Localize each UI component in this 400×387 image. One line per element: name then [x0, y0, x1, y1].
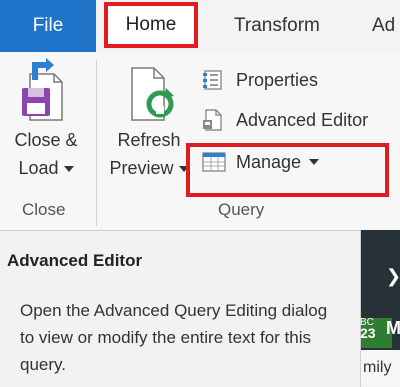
- refresh-label-1: Refresh: [117, 130, 181, 150]
- close-load-label-1: Close &: [14, 130, 78, 150]
- tab-add-column[interactable]: Ad: [372, 0, 400, 52]
- properties-label: Properties: [236, 69, 319, 90]
- group-label-close: Close: [22, 200, 66, 219]
- advanced-editor-highlight: [186, 143, 389, 197]
- close-load-label-2-wrap: Load: [6, 154, 86, 182]
- column-header-text: M: [386, 318, 400, 338]
- ribbon-home: Close & Load Close Refresh Preview Prope…: [0, 52, 400, 230]
- tooltip-advanced-editor: Advanced Editor Open the Advanced Query …: [0, 230, 361, 387]
- table-cell: mily: [360, 350, 400, 386]
- tab-home[interactable]: Home: [104, 2, 198, 48]
- advanced-editor-label: Advanced Editor: [236, 109, 369, 130]
- tooltip-title: Advanced Editor: [7, 251, 143, 270]
- tab-file[interactable]: File: [0, 0, 96, 52]
- close-load-label-2: Load: [18, 158, 59, 178]
- refresh-label-2-wrap: Preview: [102, 154, 196, 182]
- refresh-preview-button[interactable]: Refresh Preview: [102, 58, 196, 182]
- advanced-editor-button[interactable]: Advanced Editor: [202, 106, 368, 134]
- group-label-query: Query: [218, 200, 265, 219]
- tab-transform[interactable]: Transform: [234, 0, 320, 52]
- properties-icon: [202, 69, 232, 91]
- close-and-load-button[interactable]: Close & Load: [6, 58, 86, 182]
- ribbon-tab-bar: File Home Transform Ad: [0, 0, 400, 52]
- tooltip-description: Open the Advanced Query Editing dialog t…: [20, 301, 328, 374]
- close-load-icon: [6, 58, 86, 126]
- chevron-right-icon: ❯: [386, 266, 400, 286]
- chevron-down-icon: [63, 166, 74, 173]
- group-separator: [96, 60, 97, 226]
- refresh-preview-icon: [102, 58, 196, 126]
- abc-num-text: 23: [360, 325, 376, 341]
- advanced-editor-icon: [202, 108, 232, 132]
- properties-button[interactable]: Properties: [202, 66, 318, 94]
- refresh-label-2: Preview: [109, 158, 174, 178]
